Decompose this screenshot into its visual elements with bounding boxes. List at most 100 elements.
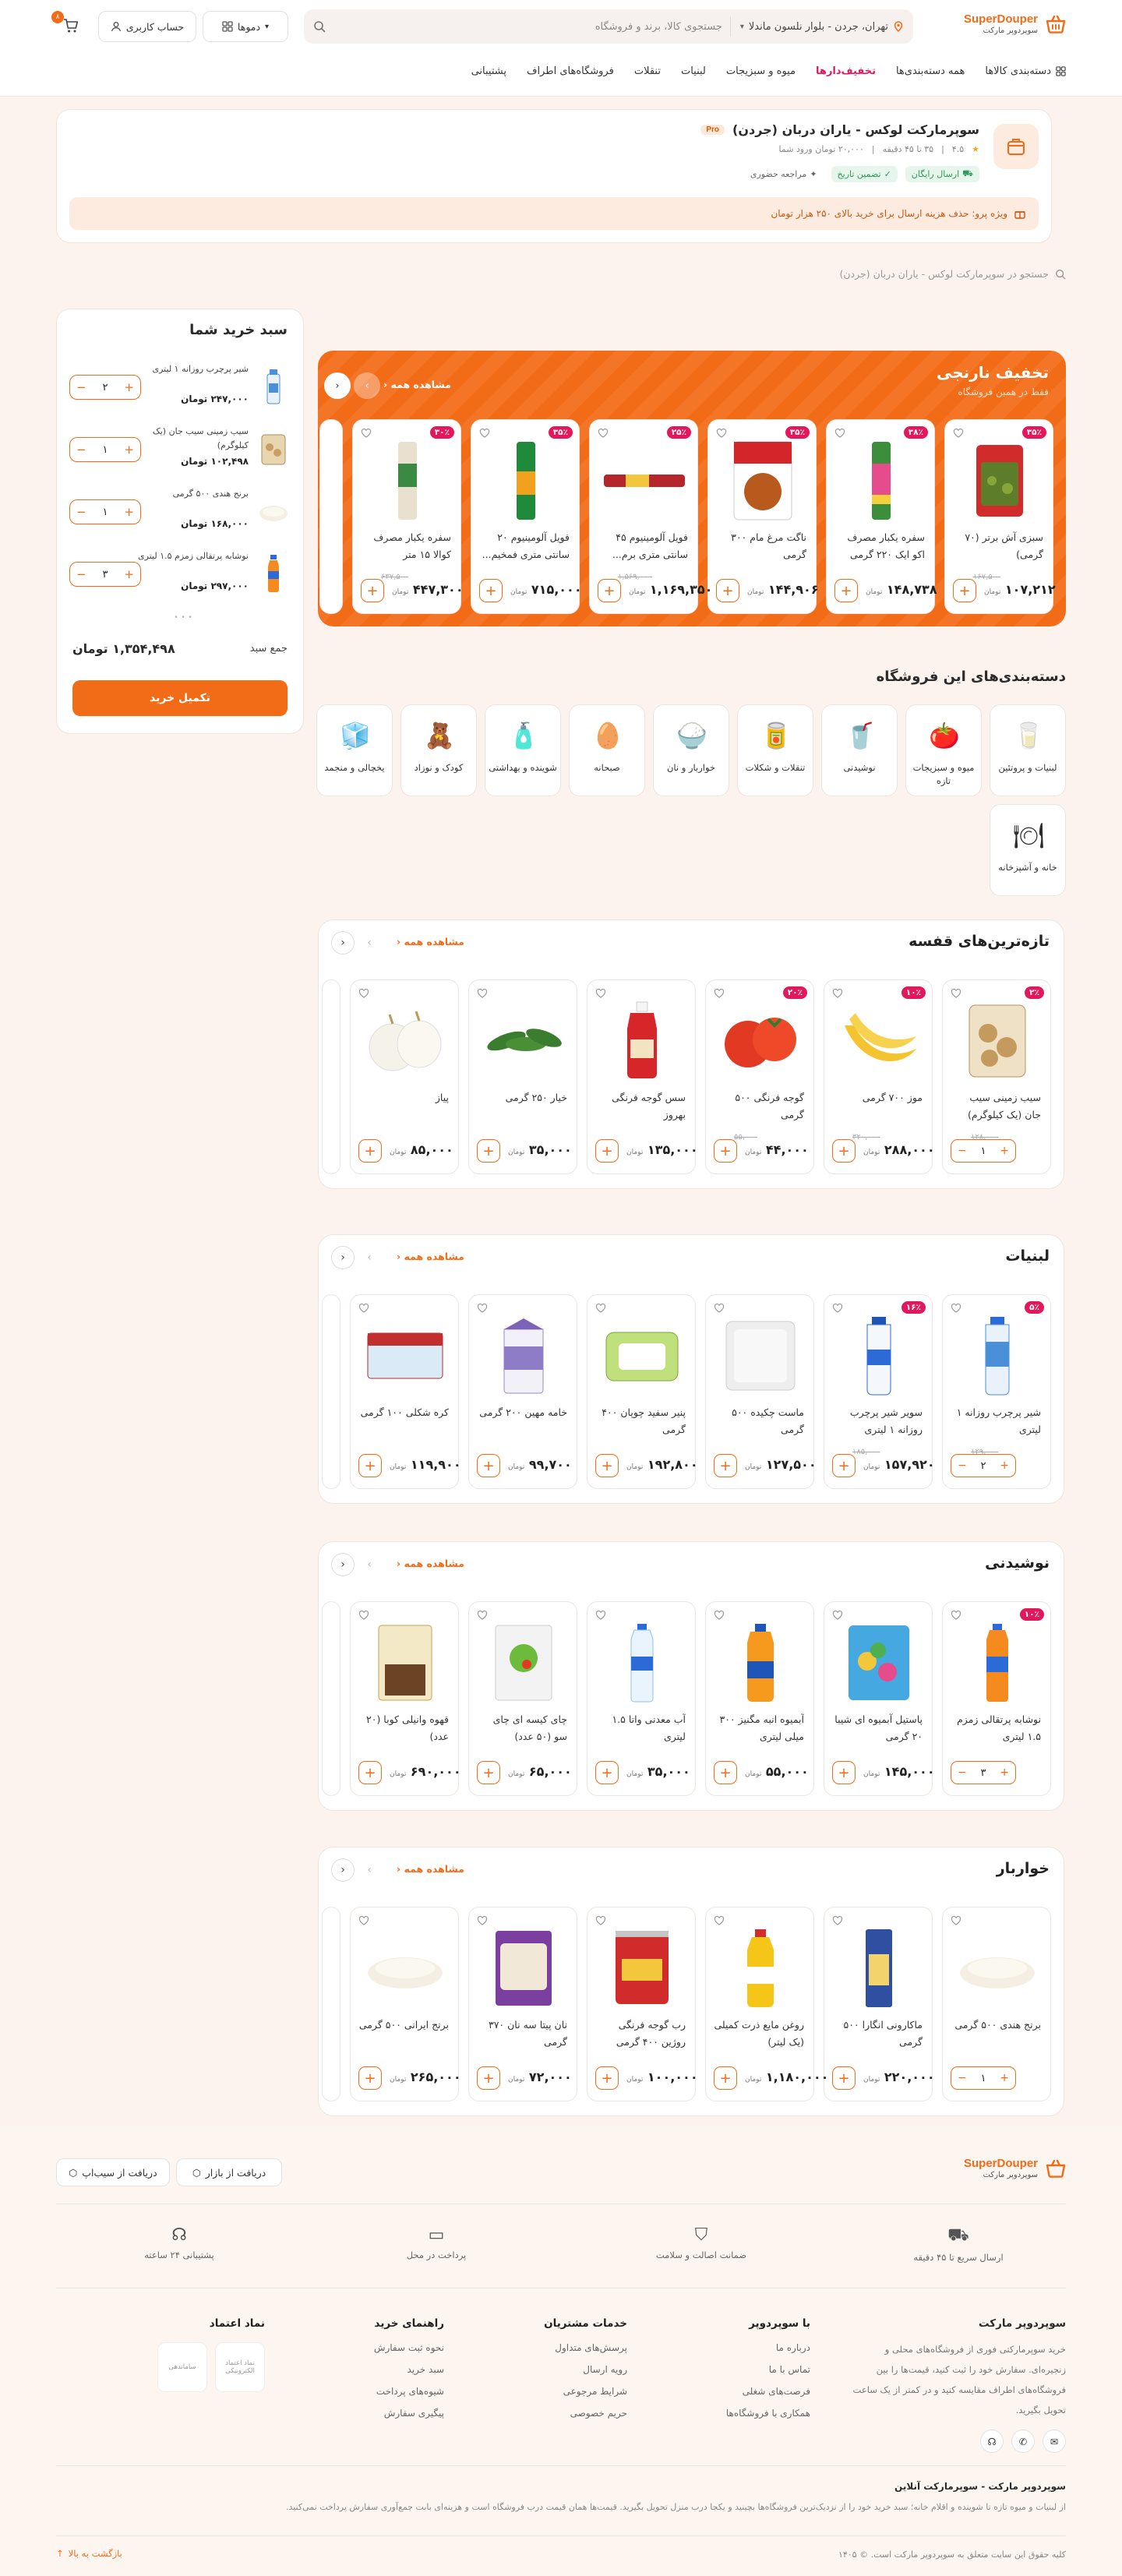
add-to-cart-button[interactable]: + xyxy=(714,2066,737,2090)
plus-icon[interactable]: + xyxy=(1000,1766,1009,1779)
add-to-cart-button[interactable]: + xyxy=(358,1139,382,1163)
heart-icon[interactable] xyxy=(477,1610,488,1621)
product-card[interactable]: پاستیل آبمیوه ای شیبا ۲۰ گرمی ۱۴۵,۰۰۰ تو… xyxy=(824,1601,935,1796)
product-name[interactable]: گوجه فرنگی ۵۰۰ گرمی xyxy=(714,1089,804,1124)
product-card[interactable]: ماست چکیده ۵۰۰ گرمی ۱۲۷,۵۰۰ تومان + xyxy=(705,1294,817,1489)
category-dairy[interactable]: 🥛 لبنیات و پروتئین xyxy=(990,704,1066,796)
nav-item-discounts[interactable]: تخفیف‌دارها xyxy=(816,65,876,77)
category-drinks[interactable]: 🥤 نوشیدنی xyxy=(821,704,898,796)
product-card[interactable]: ۵٪ شیر پرچرب روزانه ۱ لیتری ۱۲۹,۰۰۰ ۰ تو… xyxy=(942,1294,1051,1489)
product-image[interactable] xyxy=(600,1926,684,2010)
nav-item-nearby-stores[interactable]: فروشگاه‌های اطراف xyxy=(527,65,614,77)
carousel-prev-button[interactable]: › xyxy=(358,1858,381,1882)
heart-icon[interactable] xyxy=(832,1915,843,1926)
product-image[interactable] xyxy=(837,999,921,1083)
minus-icon[interactable]: − xyxy=(76,443,86,457)
product-image[interactable] xyxy=(955,1926,1039,2010)
product-image[interactable] xyxy=(721,439,805,523)
cart-button[interactable]: ۸ xyxy=(51,11,79,39)
nav-item-all-categories[interactable]: همه دسته‌بندی‌ها xyxy=(896,65,965,77)
plus-icon[interactable]: + xyxy=(124,567,134,581)
product-name[interactable]: سفره یکبار مصرف کوالا ۱۵ متر xyxy=(361,529,451,563)
product-name[interactable]: فویل آلومینیوم ۲۰ سانتی متری فمخیم... xyxy=(479,529,570,563)
add-to-cart-button[interactable]: + xyxy=(716,579,739,602)
footer-link[interactable]: شرایط مرجوعی xyxy=(503,2386,627,2397)
see-all-link[interactable]: مشاهده همه ‹ xyxy=(397,936,464,947)
minus-icon[interactable]: − xyxy=(958,1766,967,1779)
footer-link[interactable]: شیوه‌های پرداخت xyxy=(319,2386,444,2397)
see-all-link[interactable]: مشاهده همه ‹ xyxy=(397,1863,464,1875)
product-name[interactable]: ماکارونی انگارا ۵۰۰ گرمی xyxy=(832,2017,923,2051)
product-card[interactable]: ۱۰٪ نوشابه پرتقالی زمزم ۱.۵ لیتری ۰ توما… xyxy=(942,1601,1051,1796)
product-image[interactable] xyxy=(955,1621,1039,1705)
product-name[interactable]: خامه مهین ۲۰۰ گرمی xyxy=(477,1404,567,1438)
product-name[interactable]: سویر شیر پرچرب روزانه ۱ لیتری xyxy=(832,1404,923,1438)
product-image[interactable] xyxy=(600,1314,684,1398)
product-image[interactable] xyxy=(365,439,450,523)
plus-icon[interactable]: + xyxy=(1000,1459,1009,1472)
sibapp-download-button[interactable]: دریافت از سیب‌اپ ⬡ xyxy=(56,2158,170,2186)
heart-icon[interactable] xyxy=(714,1303,725,1314)
add-to-cart-button[interactable]: + xyxy=(714,1454,737,1477)
product-card[interactable]: ۳۸٪ سفره یکبار مصرف اکو ایک ۲۲۰ گرمی ۱۴۸… xyxy=(826,419,937,614)
add-to-cart-button[interactable]: + xyxy=(595,1454,619,1477)
heart-icon[interactable] xyxy=(716,428,727,439)
product-image[interactable] xyxy=(837,1621,921,1705)
location-selector[interactable]: تهران، جردن - بلوار نلسون ماندلا ▾ xyxy=(729,16,904,37)
heart-icon[interactable] xyxy=(358,1303,369,1314)
carousel-next-button[interactable]: ‹ xyxy=(331,1858,355,1882)
heart-icon[interactable] xyxy=(714,988,725,999)
site-logo[interactable]: SuperDouper سوپردوپر مارکت xyxy=(964,12,1067,36)
heart-icon[interactable] xyxy=(358,1610,369,1621)
product-card[interactable]: ۳۵٪ سبزی آش برتر (۷۰ گرمی) ۱۶۷,۵۰۰ ۱۰۷,۲… xyxy=(944,419,1056,614)
add-to-cart-button[interactable]: + xyxy=(595,1761,619,1784)
heart-icon[interactable] xyxy=(832,1303,843,1314)
add-to-cart-button[interactable]: + xyxy=(598,579,621,602)
carousel-next-button[interactable]: ‹ xyxy=(331,1553,355,1576)
add-to-cart-button[interactable]: + xyxy=(832,1454,856,1477)
carousel-prev-button[interactable]: › xyxy=(358,1553,381,1576)
add-to-cart-button[interactable]: + xyxy=(832,1139,856,1163)
plus-icon[interactable]: + xyxy=(124,380,134,394)
quantity-stepper[interactable]: +۱ − xyxy=(951,2066,1016,2090)
product-card[interactable]: ۱۰٪ موز ۷۰۰ گرمی ۳۲۰,۰۰۰ ۲۸۸,۰۰۰ تومان + xyxy=(824,979,935,1174)
product-name[interactable]: نان پیتا سه نان ۳۷۰ گرمی xyxy=(477,2017,567,2051)
heart-icon[interactable] xyxy=(477,988,488,999)
heart-icon[interactable] xyxy=(832,1610,843,1621)
product-name[interactable]: آبمیوه انبه مگنیز ۳۰۰ میلی لیتری xyxy=(714,1711,805,1745)
heart-icon[interactable] xyxy=(834,428,845,439)
product-image[interactable] xyxy=(718,999,803,1083)
product-name[interactable]: نوشابه پرتقالی زمزم ۱.۵ لیتری xyxy=(951,1711,1041,1745)
nav-item-support[interactable]: پشتیبانی xyxy=(471,65,506,77)
product-card[interactable]: نان پیتا سه نان ۳۷۰ گرمی ۷۲,۰۰۰ تومان + xyxy=(468,1907,577,2101)
footer-link[interactable]: رویه ارسال xyxy=(503,2364,627,2375)
product-card[interactable]: آب معدنی واتا ۱.۵ لیتری ۳۵,۰۰۰ تومان + xyxy=(587,1601,696,1796)
product-name[interactable]: روغن مایع ذرت کمیلی (یک لیتر) xyxy=(714,2017,804,2051)
offers-see-all-link[interactable]: مشاهده همه ‹ xyxy=(383,379,451,390)
heart-icon[interactable] xyxy=(714,1915,725,1926)
minus-icon[interactable]: − xyxy=(76,505,86,519)
carousel-next-button[interactable]: ‹ xyxy=(331,1246,355,1269)
product-image[interactable] xyxy=(482,1314,566,1398)
product-image[interactable] xyxy=(718,1926,803,2010)
footer-link[interactable]: حریم خصوصی xyxy=(503,2408,627,2419)
heart-icon[interactable] xyxy=(595,988,606,999)
phone-icon[interactable]: ✆ xyxy=(1011,2430,1035,2453)
add-to-cart-button[interactable]: + xyxy=(714,1761,737,1784)
footer-link[interactable]: نحوه ثبت سفارش xyxy=(319,2342,444,2353)
footer-link[interactable]: همکاری با فروشگاه‌ها xyxy=(686,2408,810,2419)
search-input[interactable]: جستجوی کالا، برند و فروشگاه xyxy=(333,21,722,33)
carousel-next-button[interactable]: ‹ xyxy=(324,372,351,399)
quantity-stepper[interactable]: +۲ − xyxy=(69,375,141,400)
nav-item-fruits[interactable]: میوه و سبزیجات xyxy=(726,65,796,77)
product-card[interactable]: ۳۵٪ ناگت مرغ مام ۳۰۰ گرمی ۱۴۴,۹۰۶ تومان … xyxy=(707,419,819,614)
add-to-cart-button[interactable]: + xyxy=(477,1761,500,1784)
heart-icon[interactable] xyxy=(477,1303,488,1314)
minus-icon[interactable]: − xyxy=(76,380,86,394)
heart-icon[interactable] xyxy=(598,428,609,439)
product-name[interactable]: فویل آلومینیوم ۴۵ سانتی متری برم... xyxy=(598,529,688,563)
category-kitchen[interactable]: 🍽 خانه و آشپزخانه xyxy=(990,804,1066,896)
footer-link[interactable]: سبد خرید xyxy=(319,2364,444,2375)
category-grocery[interactable]: 🍚 خواربار و نان xyxy=(653,704,729,796)
add-to-cart-button[interactable]: + xyxy=(832,1761,856,1784)
